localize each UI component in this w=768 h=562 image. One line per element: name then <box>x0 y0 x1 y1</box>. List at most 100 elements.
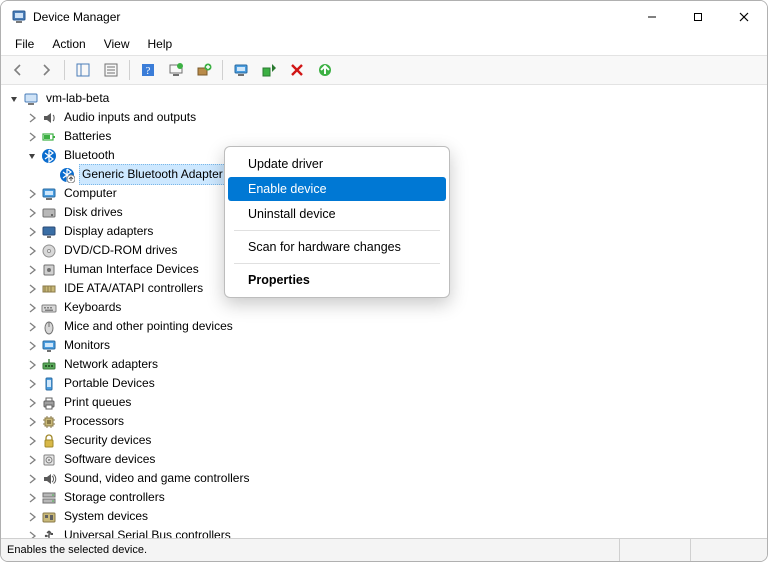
computer-icon <box>41 186 57 202</box>
expand-icon[interactable] <box>25 225 39 239</box>
minimize-button[interactable] <box>629 1 675 33</box>
expand-icon[interactable] <box>25 529 39 539</box>
context-menu-item[interactable]: Uninstall device <box>228 202 446 226</box>
network-icon <box>41 357 57 373</box>
context-menu-item[interactable]: Properties <box>228 268 446 292</box>
toolbar-back-button[interactable] <box>5 57 31 83</box>
toolbar-help-button[interactable]: ? <box>135 57 161 83</box>
tree-root-label: vm-lab-beta <box>43 89 112 108</box>
monitor-icon <box>41 338 57 354</box>
collapse-icon[interactable] <box>7 92 21 106</box>
tree-category-label: Software devices <box>61 450 158 469</box>
tree-category-label: Mice and other pointing devices <box>61 317 236 336</box>
tree-root[interactable]: vm-lab-beta <box>7 89 767 108</box>
context-menu-item[interactable]: Update driver <box>228 152 446 176</box>
processor-icon <box>41 414 57 430</box>
status-text: Enables the selected device. <box>7 544 147 556</box>
tree-category[interactable]: Mice and other pointing devices <box>7 317 767 336</box>
expand-icon[interactable] <box>25 244 39 258</box>
tree-category[interactable]: Storage controllers <box>7 488 767 507</box>
computer-icon <box>23 91 39 107</box>
titlebar[interactable]: Device Manager <box>1 1 767 33</box>
tree-category[interactable]: Network adapters <box>7 355 767 374</box>
toolbar-show-hide-console-tree-button[interactable] <box>70 57 96 83</box>
tree-category-label: Computer <box>61 184 120 203</box>
usb-icon <box>41 528 57 539</box>
expand-icon[interactable] <box>25 263 39 277</box>
device-tree[interactable]: vm-lab-beta Audio inputs and outputs Bat… <box>1 85 767 538</box>
menu-action[interactable]: Action <box>44 35 93 53</box>
tree-category[interactable]: Audio inputs and outputs <box>7 108 767 127</box>
tree-category-label: Bluetooth <box>61 146 118 165</box>
tree-category-label: Audio inputs and outputs <box>61 108 199 127</box>
expand-icon[interactable] <box>25 491 39 505</box>
expand-icon[interactable] <box>25 434 39 448</box>
expand-icon[interactable] <box>25 358 39 372</box>
tree-category[interactable]: Software devices <box>7 450 767 469</box>
tree-category-label: Disk drives <box>61 203 126 222</box>
expand-icon[interactable] <box>25 396 39 410</box>
expand-icon[interactable] <box>25 320 39 334</box>
menu-file[interactable]: File <box>7 35 42 53</box>
tree-category[interactable]: Security devices <box>7 431 767 450</box>
menu-help[interactable]: Help <box>140 35 181 53</box>
toolbar-separator <box>129 60 130 80</box>
security-icon <box>41 433 57 449</box>
expand-icon[interactable] <box>25 282 39 296</box>
expand-icon[interactable] <box>25 130 39 144</box>
expand-icon[interactable] <box>25 453 39 467</box>
tree-category-label: DVD/CD-ROM drives <box>61 241 180 260</box>
tree-category[interactable]: Print queues <box>7 393 767 412</box>
toolbar-add-legacy-hardware-button[interactable] <box>191 57 217 83</box>
tree-category-label: Network adapters <box>61 355 161 374</box>
toolbar-forward-button[interactable] <box>33 57 59 83</box>
toolbar-enable-device-button[interactable] <box>256 57 282 83</box>
maximize-button[interactable] <box>675 1 721 33</box>
expand-icon[interactable] <box>25 510 39 524</box>
expand-icon[interactable] <box>25 206 39 220</box>
context-menu-item[interactable]: Scan for hardware changes <box>228 235 446 259</box>
expand-icon[interactable] <box>25 301 39 315</box>
portable-icon <box>41 376 57 392</box>
tree-category-label: Print queues <box>61 393 134 412</box>
expand-icon[interactable] <box>25 377 39 391</box>
toolbar-scan-hardware-button[interactable] <box>228 57 254 83</box>
tree-category[interactable]: System devices <box>7 507 767 526</box>
system-icon <box>41 509 57 525</box>
tree-category[interactable]: Keyboards <box>7 298 767 317</box>
expand-icon[interactable] <box>25 187 39 201</box>
battery-icon <box>41 129 57 145</box>
app-icon <box>11 9 27 25</box>
tree-category[interactable]: Processors <box>7 412 767 431</box>
status-cell <box>690 539 761 561</box>
tree-category-label: Display adapters <box>61 222 156 241</box>
software-icon <box>41 452 57 468</box>
svg-text:?: ? <box>146 65 151 77</box>
expand-icon[interactable] <box>25 111 39 125</box>
context-menu-item[interactable]: Enable device <box>228 177 446 201</box>
menu-view[interactable]: View <box>96 35 138 53</box>
expand-icon[interactable] <box>25 339 39 353</box>
tree-category-label: Human Interface Devices <box>61 260 202 279</box>
tree-category-label: System devices <box>61 507 151 526</box>
tree-category-label: Portable Devices <box>61 374 158 393</box>
printer-icon <box>41 395 57 411</box>
expand-icon[interactable] <box>25 415 39 429</box>
toolbar-update-driver-button[interactable] <box>163 57 189 83</box>
close-button[interactable] <box>721 1 767 33</box>
toolbar-uninstall-button[interactable] <box>284 57 310 83</box>
expand-icon[interactable] <box>25 472 39 486</box>
tree-category-label: Batteries <box>61 127 114 146</box>
collapse-icon[interactable] <box>25 149 39 163</box>
disk-icon <box>41 205 57 221</box>
tree-category[interactable]: Sound, video and game controllers <box>7 469 767 488</box>
tree-category[interactable]: Portable Devices <box>7 374 767 393</box>
toolbar-scan-changes-button[interactable] <box>312 57 338 83</box>
toolbar-properties-button[interactable] <box>98 57 124 83</box>
tree-category[interactable]: Batteries <box>7 127 767 146</box>
tree-category-label: Keyboards <box>61 298 124 317</box>
toolbar: ? <box>1 55 767 85</box>
tree-category-label: IDE ATA/ATAPI controllers <box>61 279 206 298</box>
tree-category[interactable]: Monitors <box>7 336 767 355</box>
tree-category[interactable]: Universal Serial Bus controllers <box>7 526 767 538</box>
